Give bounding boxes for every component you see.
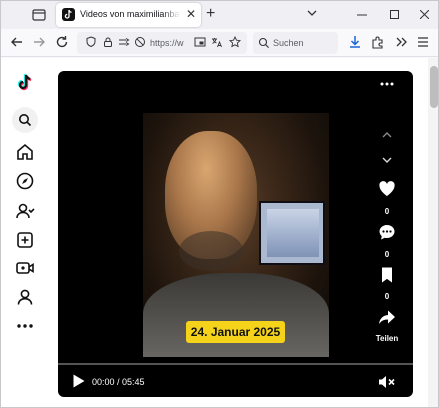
permissions-icon[interactable] (118, 36, 130, 48)
video-time: 00:00 / 05:45 (92, 377, 145, 387)
hamburger-menu-icon[interactable] (415, 34, 431, 50)
tiktok-favicon (62, 8, 75, 21)
lock-icon[interactable] (102, 36, 114, 48)
translate-icon[interactable] (211, 36, 223, 48)
overflow-chevrons-icon[interactable] (393, 34, 409, 50)
next-video-chevron-icon[interactable] (382, 157, 392, 164)
comment-count: 0 (384, 250, 390, 259)
tab-overflow-chevron-icon[interactable] (307, 9, 317, 17)
tab-list-icon[interactable] (31, 7, 47, 23)
play-icon[interactable] (72, 373, 86, 389)
bookmark-star-icon[interactable] (229, 36, 241, 48)
share-arrow-icon[interactable] (378, 308, 396, 326)
background-tv (259, 201, 325, 265)
url-text: https://w (150, 38, 184, 48)
page-scrollbar[interactable] (428, 58, 438, 407)
tab-title: Videos von maximilianbaehring (80, 9, 180, 19)
like-heart-icon[interactable] (378, 180, 396, 198)
search-icon (258, 37, 269, 48)
new-tab-button[interactable]: + (206, 5, 215, 23)
following-icon[interactable] (15, 201, 35, 221)
like-count: 0 (384, 207, 390, 216)
muted-speaker-icon[interactable] (378, 375, 396, 389)
more-options-icon[interactable] (380, 82, 394, 86)
autoplay-blocked-icon[interactable] (134, 36, 146, 48)
downloads-icon[interactable] (347, 34, 363, 50)
browser-window: Videos von maximilianbaehring ✕ + https:… (0, 0, 439, 408)
back-arrow-icon[interactable] (9, 34, 25, 50)
active-tab[interactable]: Videos von maximilianbaehring ✕ (56, 3, 201, 27)
person-shirt (143, 273, 329, 357)
tab-close-icon[interactable]: ✕ (186, 7, 196, 21)
search-icon (19, 114, 32, 127)
profile-icon[interactable] (15, 287, 35, 307)
minimize-icon[interactable] (357, 14, 367, 16)
tiktok-logo[interactable] (15, 72, 35, 92)
bookmark-count: 0 (384, 292, 390, 301)
scrollbar-thumb[interactable] (430, 66, 438, 108)
forward-arrow-icon[interactable] (31, 34, 47, 50)
shield-icon[interactable] (85, 36, 97, 48)
sidebar-search-button[interactable] (12, 107, 38, 133)
extensions-icon[interactable] (370, 34, 386, 50)
video-player[interactable]: 24. Januar 2025 0 0 0 Teilen 00:00 / 05:… (58, 71, 413, 397)
upload-icon[interactable] (15, 230, 35, 250)
picture-in-picture-icon[interactable] (194, 36, 206, 48)
tab-strip: Videos von maximilianbaehring ✕ + (1, 1, 438, 29)
previous-video-chevron-icon[interactable] (382, 131, 392, 138)
navigation-bar: https://w Suchen (1, 29, 438, 57)
search-bar[interactable]: Suchen (253, 32, 338, 54)
live-icon[interactable] (15, 258, 35, 278)
video-progress-bar[interactable] (58, 363, 413, 365)
more-icon[interactable] (15, 316, 35, 336)
window-close-icon[interactable] (420, 10, 429, 19)
page-viewport: 24. Januar 2025 0 0 0 Teilen 00:00 / 05:… (1, 58, 428, 407)
reload-icon[interactable] (54, 34, 70, 50)
address-bar[interactable]: https://w (77, 32, 247, 54)
person-beard (179, 231, 243, 271)
search-placeholder: Suchen (273, 38, 304, 48)
home-icon[interactable] (15, 142, 35, 162)
comment-icon[interactable] (378, 223, 396, 241)
explore-icon[interactable] (15, 171, 35, 191)
share-label: Teilen (375, 334, 399, 343)
video-date-caption: 24. Januar 2025 (186, 321, 285, 343)
bookmark-icon[interactable] (378, 266, 396, 284)
maximize-icon[interactable] (390, 10, 399, 19)
